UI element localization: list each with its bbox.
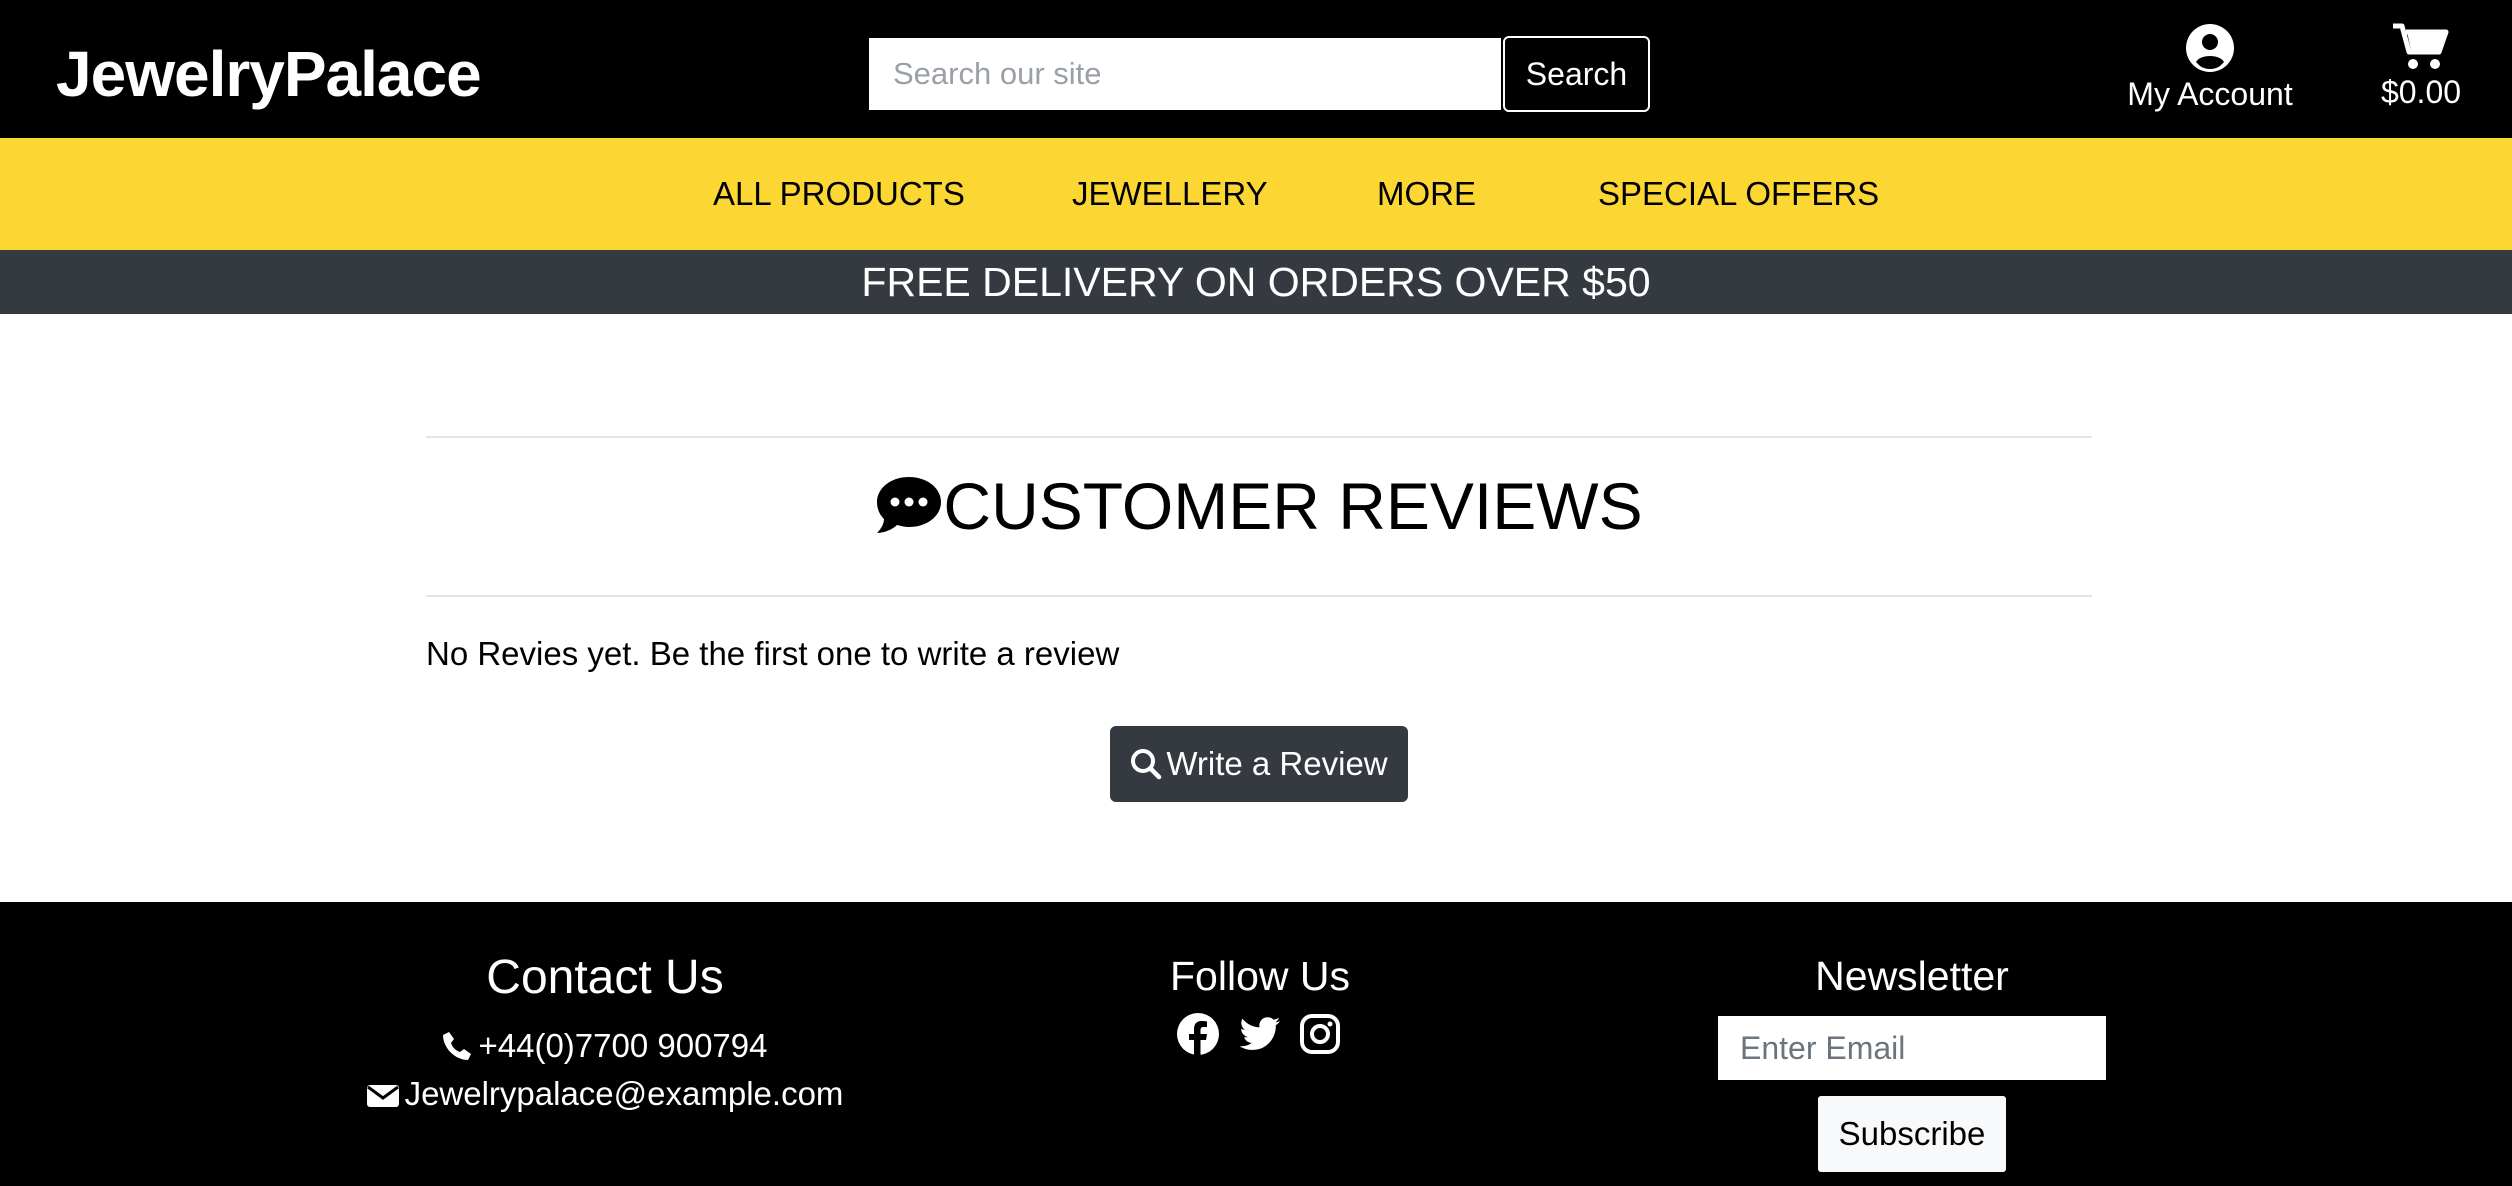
comment-dots-icon bbox=[877, 477, 942, 533]
nav-item-jewellery[interactable]: JEWELLERY bbox=[1072, 172, 1268, 216]
twitter-icon[interactable] bbox=[1238, 1012, 1282, 1056]
nav-item-all-products[interactable]: ALL PRODUCTS bbox=[713, 172, 965, 216]
main-nav: ALL PRODUCTS JEWELLERY MORE SPECIAL OFFE… bbox=[0, 138, 2512, 250]
site-header: JewelryPalace Search My Account $0.00 bbox=[0, 0, 2512, 138]
empty-reviews-message: No Revies yet. Be the first one to write… bbox=[426, 635, 1120, 672]
contact-phone-text: +44(0)7700 900794 bbox=[478, 1027, 768, 1064]
my-account-link[interactable]: My Account bbox=[2108, 24, 2312, 118]
nav-item-more[interactable]: MORE bbox=[1377, 172, 1476, 216]
write-review-label: Write a Review bbox=[1166, 745, 1388, 782]
site-logo[interactable]: JewelryPalace bbox=[56, 36, 482, 112]
search-button[interactable]: Search bbox=[1503, 36, 1650, 112]
cart-link[interactable]: $0.00 bbox=[2370, 22, 2472, 118]
reviews-heading: CUSTOMER REVIEWS bbox=[426, 466, 2092, 546]
section-divider-top bbox=[426, 436, 2092, 438]
phone-icon bbox=[443, 1032, 472, 1060]
section-divider-bottom bbox=[426, 595, 2092, 597]
site-footer: Contact Us +44(0)7700 900794 Jewelrypala… bbox=[0, 902, 2512, 1186]
user-circle-icon bbox=[2186, 24, 2234, 72]
instagram-icon[interactable] bbox=[1298, 1012, 1342, 1056]
facebook-icon[interactable] bbox=[1176, 1012, 1220, 1056]
envelope-icon bbox=[366, 1085, 399, 1107]
nav-item-special-offers[interactable]: SPECIAL OFFERS bbox=[1598, 172, 1879, 216]
contact-heading: Contact Us bbox=[486, 951, 724, 1004]
my-account-label: My Account bbox=[2127, 76, 2293, 112]
subscribe-button[interactable]: Subscribe bbox=[1818, 1096, 2006, 1172]
follow-heading: Follow Us bbox=[1170, 953, 1350, 999]
promo-banner: FREE DELIVERY ON ORDERS OVER $50 bbox=[0, 250, 2512, 314]
contact-phone[interactable]: +44(0)7700 900794 bbox=[280, 1024, 930, 1068]
contact-email-text: Jewelrypalace@example.com bbox=[404, 1075, 844, 1112]
contact-email[interactable]: Jewelrypalace@example.com bbox=[280, 1072, 930, 1116]
newsletter-heading: Newsletter bbox=[1815, 953, 2009, 999]
search-icon bbox=[1131, 749, 1162, 780]
shopping-cart-icon bbox=[2393, 23, 2449, 69]
search-input[interactable] bbox=[869, 38, 1501, 110]
newsletter-email-input[interactable] bbox=[1718, 1016, 2106, 1080]
cart-total: $0.00 bbox=[2380, 74, 2462, 110]
reviews-title-text: CUSTOMER REVIEWS bbox=[943, 469, 1643, 543]
write-review-button[interactable]: Write a Review bbox=[1110, 726, 1408, 802]
